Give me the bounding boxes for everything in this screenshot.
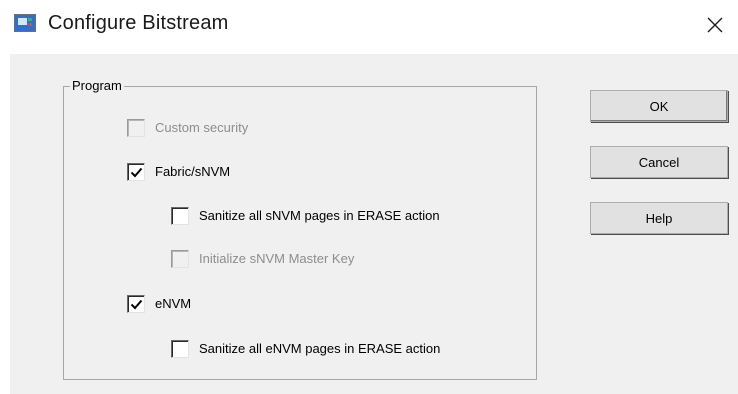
checkbox-label: Fabric/sNVM [155,164,231,179]
window-title: Configure Bitstream [48,12,229,34]
cancel-button[interactable]: Cancel [590,146,728,178]
checkbox-label: Sanitize all eNVM pages in ERASE action [199,341,441,356]
checkbox-box[interactable] [171,207,189,225]
app-window-icon [14,14,36,32]
checkmark-icon [130,299,143,310]
title-bar[interactable]: Configure Bitstream [0,0,738,54]
close-icon [707,17,723,33]
close-button[interactable] [700,10,730,40]
checkmark-icon [130,167,143,178]
checkbox-box[interactable] [127,119,145,137]
configure-bitstream-dialog: Configure Bitstream Program Custom secur… [0,0,738,394]
checkbox-box[interactable] [127,295,145,313]
checkbox-box[interactable] [171,340,189,358]
checkbox-label: Sanitize all sNVM pages in ERASE action [199,208,440,223]
checkbox-box[interactable] [171,250,189,268]
checkbox-box[interactable] [127,163,145,181]
checkbox-label: eNVM [155,296,192,311]
checkbox-label: Custom security [155,120,249,135]
ok-button[interactable]: OK [590,90,728,122]
program-group-legend: Program [70,78,124,93]
help-button[interactable]: Help [590,202,728,234]
dialog-body: Program Custom security Fabric/sNVM Sani… [10,54,738,394]
checkbox-label: Initialize sNVM Master Key [199,251,355,266]
